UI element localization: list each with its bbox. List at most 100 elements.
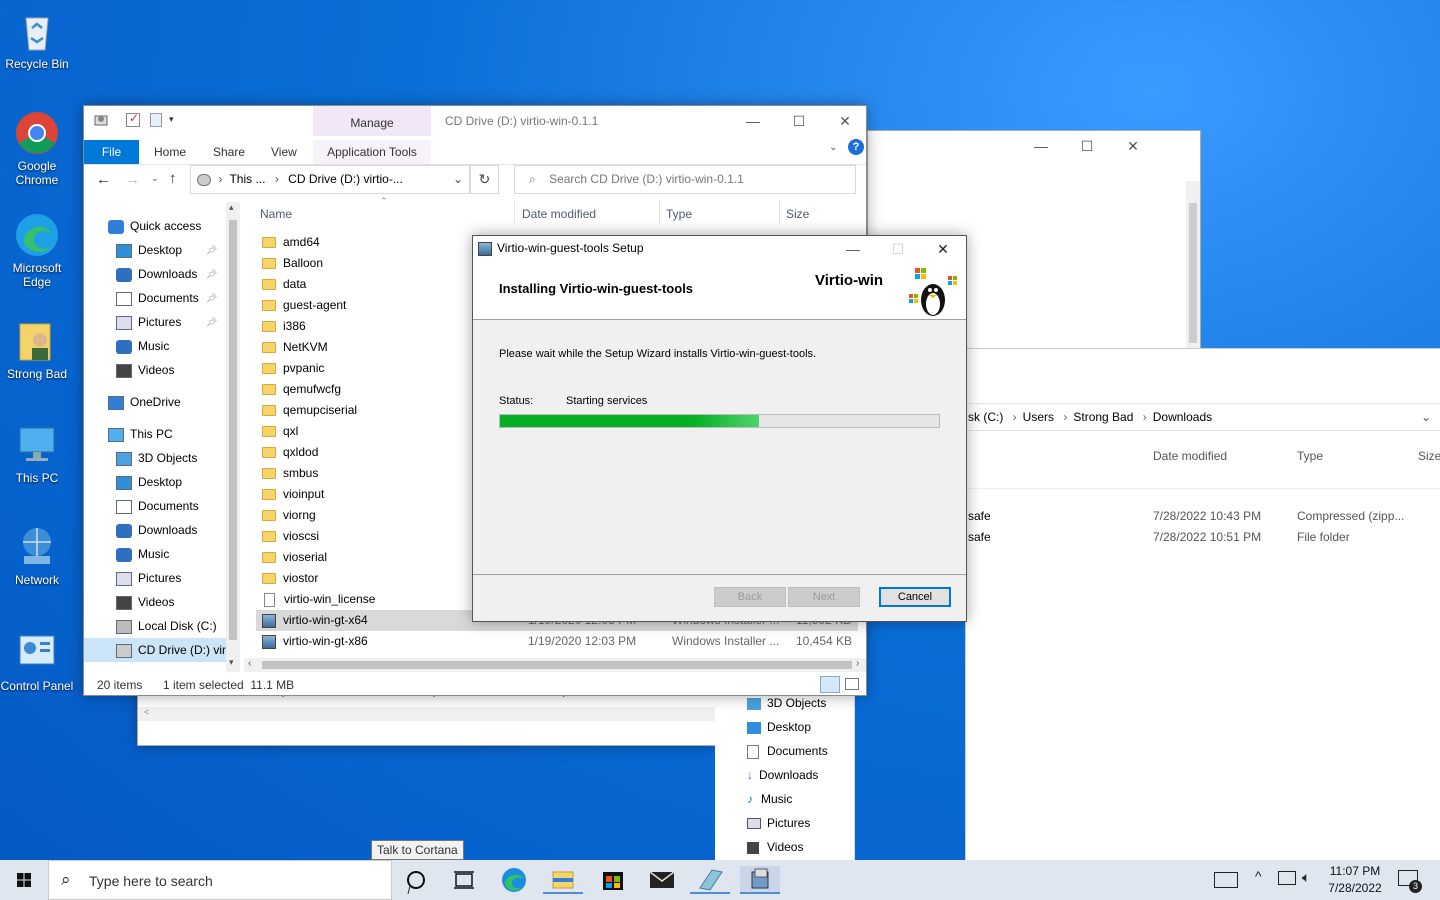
horizontal-scrollbar[interactable]: ‹ › [244,658,866,672]
sidebar-item-3d-objects[interactable]: 3D Objects [84,446,226,470]
breadcrumb-this-pc[interactable]: This ... [229,172,265,186]
column-name[interactable]: Name [260,207,292,221]
explorer-titlebar[interactable]: ✓ ▾ Manage CD Drive (D:) virtio-win-0.1.… [84,106,866,136]
quick-access-toolbar-icon[interactable] [94,113,108,127]
desktop-icon-network[interactable]: Network [0,524,74,587]
table-row[interactable]: safe 7/28/2022 10:43 PM Compressed (zipp… [966,506,1440,527]
background-explorer-content[interactable]: sk (C:) › Users › Strong Bad › Downloads ⌄ … [965,348,1440,860]
tab-home[interactable]: Home [154,140,186,164]
horizontal-scrollbar[interactable]: < [138,707,716,721]
breadcrumb-cd-drive[interactable]: CD Drive (D:) virtio-... [288,172,403,186]
desktop-icon-recycle-bin[interactable]: Recycle Bin [0,8,74,71]
chevron-down-icon[interactable]: ⌄ [453,166,463,193]
sidebar-item-music[interactable]: Music [84,542,226,566]
search-input[interactable]: ⌕ Search CD Drive (D:) virtio-win-0.1.1 [514,165,856,194]
sidebar-item-onedrive[interactable]: OneDrive [84,390,226,414]
start-button[interactable] [0,860,48,900]
file-row[interactable]: virtio-win-gt-x86 1/19/2020 12:03 PM Windo… [256,631,858,652]
forward-arrow-icon[interactable]: → [125,171,140,188]
bg-nav-pictures[interactable]: Pictures [747,816,810,830]
desktop-icon-this-pc[interactable]: This PC [0,422,74,485]
sidebar-item-pictures[interactable]: Pictures 📌︎ [84,310,226,334]
sidebar-item-local-disk-c[interactable]: Local Disk (C:) [84,614,226,638]
sidebar-item-quick-access[interactable]: Quick access [84,214,226,238]
task-view-button[interactable] [444,866,484,894]
large-icons-view-icon[interactable] [845,678,859,690]
bg-nav-music[interactable]: ♪ Music [747,792,792,806]
minimize-button[interactable]: — [1018,131,1064,161]
tab-file[interactable]: File [84,140,139,164]
column-date-modified[interactable]: Date modified [522,207,596,221]
taskbar-edge-icon[interactable] [494,866,534,894]
sidebar-item-music[interactable]: Music [84,334,226,358]
sidebar-item-videos[interactable]: Videos [84,590,226,614]
navigation-pane[interactable]: Quick access Desktop 📌︎ Downloads 📌︎ Document… [84,202,234,672]
sidebar-item-cd-drive-d-virt[interactable]: CD Drive (D:) virt [84,638,229,662]
properties-icon[interactable]: ✓ [126,111,140,127]
sidebar-item-pictures[interactable]: Pictures [84,566,226,590]
taskbar-mail-icon[interactable] [642,866,682,894]
taskbar-file-explorer-icon[interactable] [543,866,583,894]
bg-nav-videos[interactable]: Videos [747,840,803,854]
column-size[interactable]: Size [1418,449,1440,463]
tab-share[interactable]: Share [213,140,245,164]
keyboard-layout-icon[interactable] [1214,872,1238,888]
bg-nav-downloads[interactable]: ↓ Downloads [747,768,818,782]
volume-icon[interactable]: 🔈︎ [1302,869,1310,886]
minimize-button[interactable]: — [730,106,776,136]
new-folder-icon[interactable] [150,113,162,127]
background-breadcrumb[interactable]: sk (C:) › Users › Strong Bad › Downloads ⌄ [966,403,1440,431]
column-type[interactable]: Type [666,207,692,221]
back-button[interactable]: Back [714,587,786,607]
column-size[interactable]: Size [786,207,809,221]
chevron-down-icon[interactable]: ⌄ [1421,404,1431,430]
clock[interactable]: 11:07 PM 7/28/2022 [1322,863,1388,897]
back-arrow-icon[interactable]: ← [96,171,111,188]
desktop-icon-user[interactable]: Strong Bad [0,318,74,381]
taskbar-notepad-icon[interactable] [690,866,730,894]
next-button[interactable]: Next [788,587,860,607]
sidebar-item-videos[interactable]: Videos [84,358,226,382]
details-view-icon[interactable] [820,676,840,693]
sidebar-item-documents[interactable]: Documents [84,494,226,518]
tab-view[interactable]: View [271,140,297,164]
sidebar-item-desktop[interactable]: Desktop [84,470,226,494]
customize-toolbar-icon[interactable]: ▾ [169,114,174,125]
table-row[interactable]: safe 7/28/2022 10:51 PM File folder [966,527,1440,548]
expand-ribbon-icon[interactable]: ⌄ [829,142,837,153]
nav-scrollbar[interactable]: ▴ ▾ [226,202,240,672]
desktop-icon-edge[interactable]: Microsoft Edge [0,212,74,289]
setup-dialog[interactable]: Virtio-win-guest-tools Setup — ☐ ✕ Insta… [472,235,967,622]
action-center-icon[interactable]: 3 [1398,870,1422,893]
bg-nav-desktop[interactable]: Desktop [747,720,811,734]
help-icon[interactable]: ? [848,139,864,155]
desktop-icon-chrome[interactable]: Google Chrome [0,110,74,187]
taskbar-search-box[interactable]: ⌕ Type here to search [48,860,392,900]
sidebar-item-desktop[interactable]: Desktop 📌︎ [84,238,226,262]
close-button[interactable]: ✕ [1110,131,1156,161]
vertical-scrollbar[interactable] [1186,181,1200,351]
taskbar-store-icon[interactable] [593,866,633,894]
minimize-button[interactable]: — [830,236,876,262]
bg-nav-documents[interactable]: Documents [747,744,828,759]
desktop-icon-control-panel[interactable]: Control Panel [0,630,74,693]
taskbar-installer-icon[interactable] [740,866,780,894]
bg-nav-3d-objects[interactable]: 3D Objects [747,696,826,710]
network-status-icon[interactable] [1278,871,1296,885]
column-type[interactable]: Type [1297,449,1323,463]
close-button[interactable]: ✕ [920,236,966,262]
sidebar-item-this-pc[interactable]: This PC [84,422,226,446]
address-bar[interactable]: › This ... › CD Drive (D:) virtio-... ⌄ [190,165,470,194]
cortana-button[interactable] [396,866,436,895]
recent-locations-icon[interactable]: ⌄ [151,173,159,184]
sidebar-item-downloads[interactable]: Downloads [84,518,226,542]
maximize-button[interactable]: ☐ [1064,131,1110,161]
column-date-modified[interactable]: Date modified [1153,449,1227,463]
sidebar-item-documents[interactable]: Documents 📌︎ [84,286,226,310]
tab-application-tools[interactable]: Application Tools [313,140,431,164]
maximize-button[interactable]: ☐ [776,106,822,136]
up-arrow-icon[interactable]: ↑ [169,170,177,187]
close-button[interactable]: ✕ [822,106,868,136]
show-hidden-icons-chevron-icon[interactable]: ^ [1255,868,1262,884]
refresh-button[interactable]: ↻ [470,165,499,194]
